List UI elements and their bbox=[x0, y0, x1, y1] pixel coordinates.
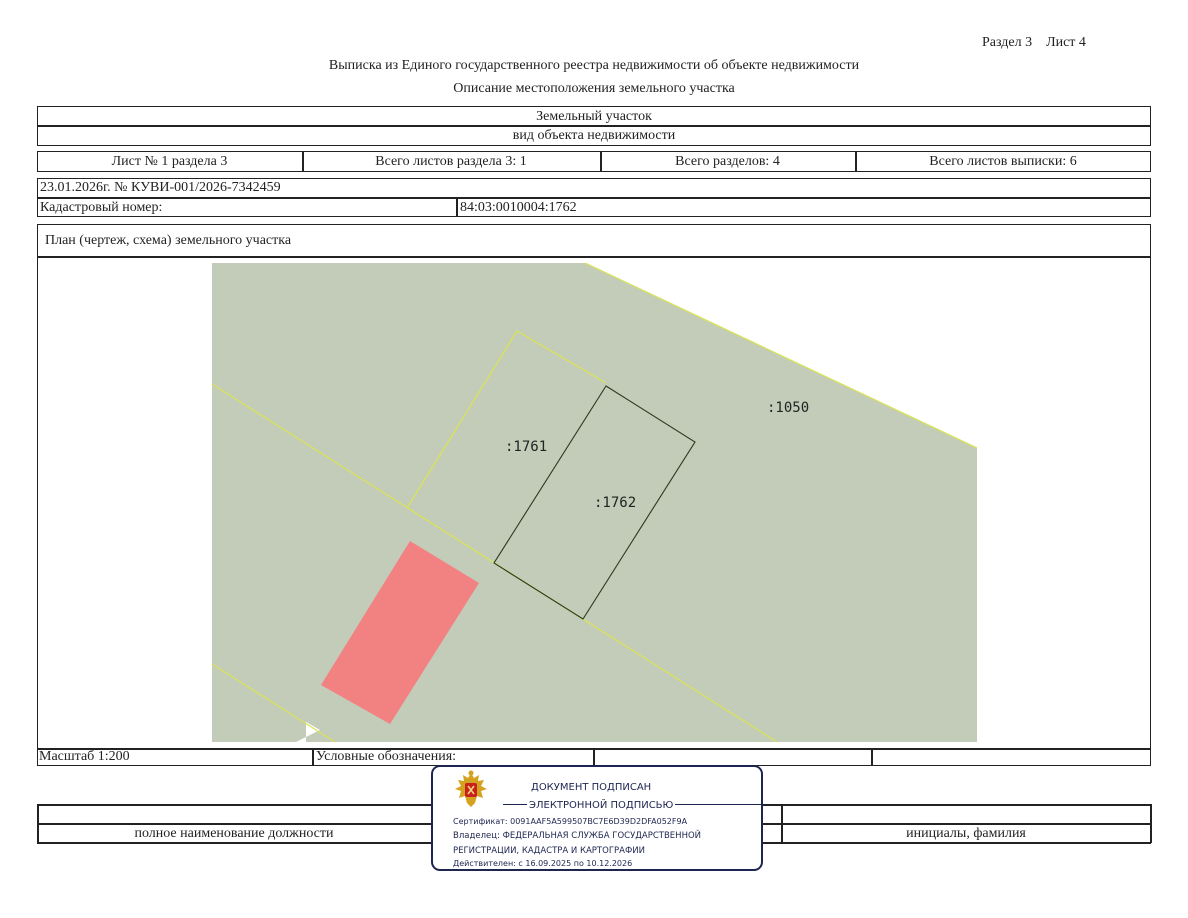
sheet-number: Лист № 1 раздела 3 bbox=[111, 154, 228, 169]
parcel-label-1762: :1762 bbox=[594, 495, 637, 511]
emblem-icon bbox=[455, 770, 487, 807]
total-extract-sheets: Всего листов выписки: 6 bbox=[929, 154, 1077, 169]
object-type-caption: вид объекта недвижимости bbox=[512, 128, 676, 143]
object-type: Земельный участок bbox=[536, 109, 652, 124]
total-sections: Всего разделов: 4 bbox=[675, 154, 780, 169]
parcel-label-1761: :1761 bbox=[505, 439, 548, 455]
document-title: Выписка из Единого государственного реес… bbox=[328, 58, 860, 73]
stamp-owner-line-1: Владелец: ФЕДЕРАЛЬНАЯ СЛУЖБА ГОСУДАРСТВЕ… bbox=[453, 831, 702, 841]
scale-label: Масштаб 1:200 bbox=[39, 749, 130, 764]
cadastral-number-value: 84:03:0010004:1762 bbox=[460, 200, 577, 215]
record-date-number: 23.01.2026г. № КУВИ-001/2026-7342459 bbox=[40, 180, 281, 195]
stamp-validity: Действителен: с 16.09.2025 по 10.12.2026 bbox=[453, 859, 633, 868]
stamp-owner-line-2: РЕГИСТРАЦИИ, КАДАСТРА И КАРТОГРАФИИ bbox=[453, 846, 645, 856]
total-section-sheets: Всего листов раздела 3: 1 bbox=[375, 154, 527, 169]
section-sheet-label: Раздел 3 Лист 4 bbox=[982, 35, 1086, 50]
document-subtitle: Описание местоположения земельного участ… bbox=[453, 81, 735, 96]
parcel-label-1050: :1050 bbox=[767, 400, 810, 416]
position-caption: полное наименование должности bbox=[134, 826, 334, 841]
name-caption: инициалы, фамилия bbox=[906, 826, 1026, 841]
stamp-certificate: Сертификат: 0091AAF5A599507BC7E6D39D2DFA… bbox=[453, 817, 688, 826]
plan-title: План (чертеж, схема) земельного участка bbox=[45, 233, 292, 248]
legend-label: Условные обозначения: bbox=[316, 749, 457, 764]
cadastral-number-label: Кадастровый номер: bbox=[40, 200, 163, 215]
stamp-line-1: ДОКУМЕНТ ПОДПИСАН bbox=[531, 782, 652, 793]
stamp-line-2: ЭЛЕКТРОННОЙ ПОДПИСЬЮ bbox=[529, 800, 674, 811]
electronic-signature-stamp: ДОКУМЕНТ ПОДПИСАН ЭЛЕКТРОННОЙ ПОДПИСЬЮ С… bbox=[431, 765, 763, 871]
